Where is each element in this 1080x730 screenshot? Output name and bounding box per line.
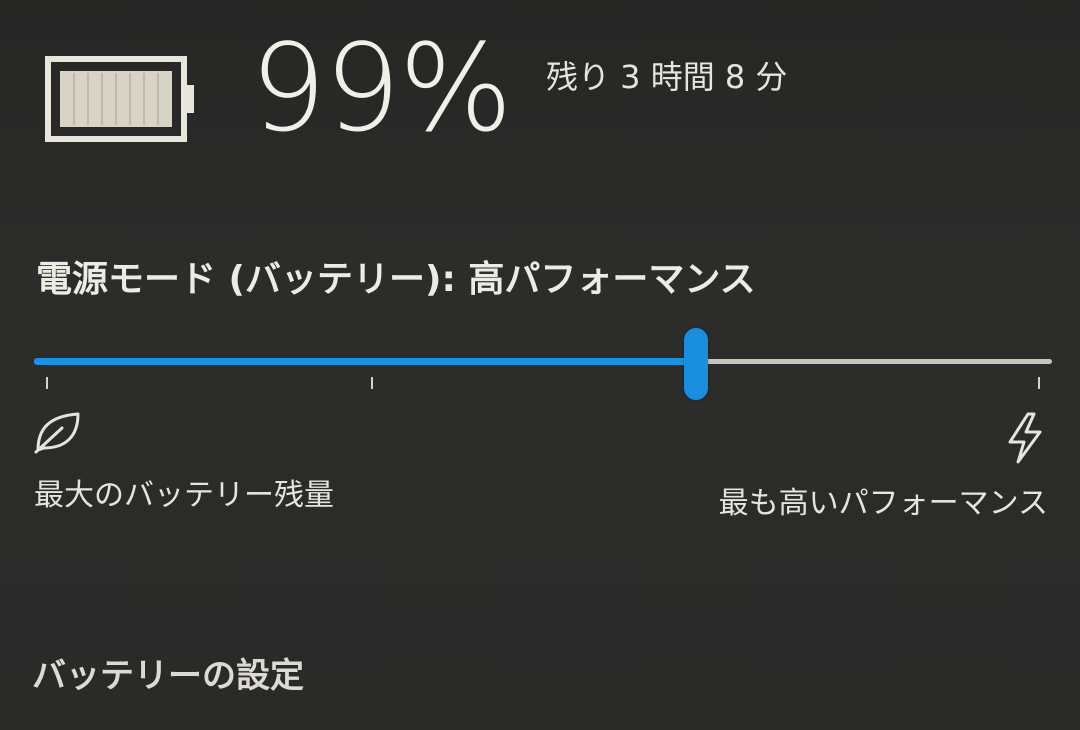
slider-tick [371, 377, 373, 389]
lightning-bolt-icon [1008, 412, 1042, 464]
slider-track-filled[interactable] [34, 358, 696, 365]
slider-thumb[interactable] [684, 328, 708, 400]
power-mode-label: 電源モード (バッテリー): 高パフォーマンス [36, 259, 756, 300]
slider-max-label: 最も高いパフォーマンス [718, 486, 1048, 521]
slider-tick [1038, 377, 1040, 389]
leaf-icon [34, 412, 80, 454]
slider-track-remaining[interactable] [696, 359, 1052, 364]
battery-percent: 99% [250, 20, 513, 159]
time-remaining: 残り 3 時間 8 分 [546, 58, 788, 96]
battery-icon [45, 56, 194, 142]
battery-settings-link[interactable]: バッテリーの設定 [32, 648, 304, 697]
battery-flyout: 99% 残り 3 時間 8 分 電源モード (バッテリー): 高パフォーマンス … [0, 0, 1080, 730]
slider-min-label: 最大のバッテリー残量 [34, 478, 334, 513]
slider-tick [46, 377, 48, 389]
power-mode-slider[interactable] [34, 320, 1052, 400]
